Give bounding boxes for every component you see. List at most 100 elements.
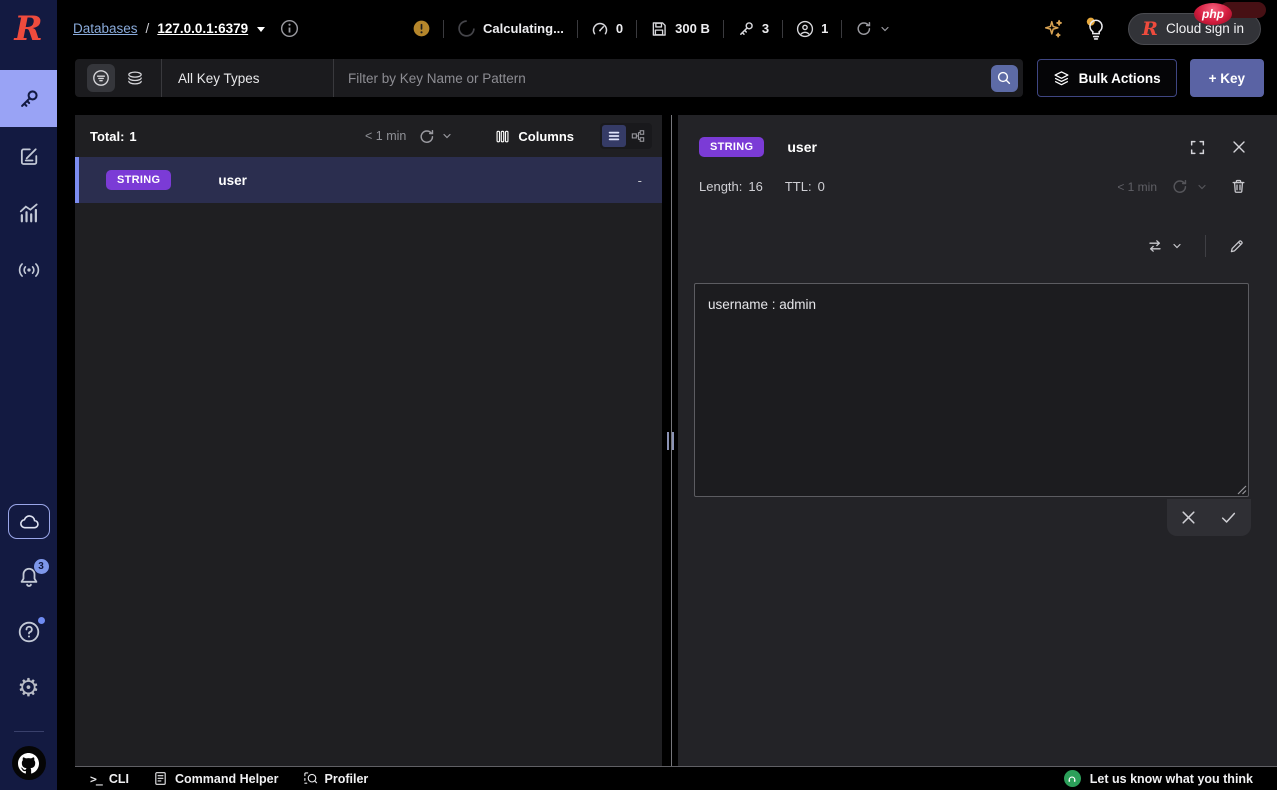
details-type-badge: STRING xyxy=(699,137,764,157)
bulk-actions-button[interactable]: Bulk Actions xyxy=(1037,59,1177,97)
key-list-header: Total:1 < 1 min Columns xyxy=(75,115,662,157)
panel-resize-handle[interactable] xyxy=(662,115,678,766)
key-ttl-meta: TTL:0 xyxy=(785,179,825,194)
sidebar-item-notifications[interactable]: 3 xyxy=(0,551,57,603)
delete-key-icon[interactable] xyxy=(1230,178,1247,195)
breadcrumb: Databases / 127.0.0.1:6379 xyxy=(73,19,299,38)
details-refresh-time: < 1 min xyxy=(1117,180,1157,194)
github-link[interactable] xyxy=(12,746,46,780)
php-badge: php xyxy=(1194,3,1232,25)
columns-icon[interactable] xyxy=(495,129,510,144)
formatter-chevron-icon xyxy=(1171,239,1183,253)
formatter-swap-arrows-icon xyxy=(1146,238,1164,254)
drag-grip-icon xyxy=(667,432,674,450)
sidebar-item-analytics[interactable] xyxy=(0,184,57,241)
profiler-icon xyxy=(303,771,318,786)
last-refresh-time: < 1 min xyxy=(365,129,406,143)
copilot-sparkles-icon[interactable] xyxy=(1042,18,1064,40)
breadcrumb-instance[interactable]: 127.0.0.1:6379 xyxy=(157,21,248,36)
search-icon xyxy=(996,70,1012,86)
document-icon xyxy=(153,771,168,786)
redis-cloud-logo-icon: R xyxy=(1142,18,1158,40)
breadcrumb-databases-link[interactable]: Databases xyxy=(73,21,138,36)
apply-edit-icon[interactable] xyxy=(1219,509,1238,526)
columns-label[interactable]: Columns xyxy=(518,129,574,144)
cancel-edit-icon[interactable] xyxy=(1180,509,1197,526)
key-list-panel: Total:1 < 1 min Columns xyxy=(75,115,662,766)
analytics-icon xyxy=(18,202,40,224)
tree-view-button[interactable] xyxy=(626,125,650,147)
help-icon xyxy=(17,620,41,644)
filter-bar: All Key Types Bulk Actions + Key xyxy=(75,59,1264,97)
key-ttl: - xyxy=(638,173,642,188)
help-notification-dot xyxy=(38,617,45,624)
bottom-tool-bar: >_ CLI Command Helper Profiler Let us kn xyxy=(75,766,1277,790)
edit-value-pencil-icon[interactable] xyxy=(1228,238,1245,255)
sidebar-item-pubsub[interactable] xyxy=(0,241,57,298)
feedback-link[interactable]: Let us know what you think xyxy=(1064,770,1253,787)
left-nav-sidebar: R xyxy=(0,0,57,790)
key-filter-input[interactable] xyxy=(334,71,991,86)
sidebar-item-settings[interactable]: ⚙ xyxy=(0,660,57,717)
value-edit-actions xyxy=(1167,499,1251,536)
details-key-name: user xyxy=(787,139,817,155)
terminal-icon: >_ xyxy=(90,772,102,786)
insights-lightbulb-icon[interactable] xyxy=(1084,16,1108,42)
stats-refresh-control[interactable] xyxy=(855,20,891,37)
gauge-icon xyxy=(591,20,609,38)
details-refresh-chevron-icon[interactable] xyxy=(1196,181,1208,193)
key-details-panel: STRING user Length:16 TTL:0 < 1 min xyxy=(678,115,1277,766)
key-icon xyxy=(18,88,40,110)
memory-icon xyxy=(650,20,668,38)
key-length: Length:16 xyxy=(699,179,763,194)
list-view-button[interactable] xyxy=(602,125,626,147)
key-type-badge: STRING xyxy=(106,170,171,190)
value-formatter-dropdown[interactable] xyxy=(1146,238,1183,254)
key-filter-box: All Key Types xyxy=(75,59,1023,97)
cloud-sign-in-button[interactable]: php R Cloud sign in xyxy=(1128,13,1261,45)
spinner-icon xyxy=(457,19,476,38)
notification-badge: 3 xyxy=(34,559,49,574)
stat-total-keys: 3 xyxy=(737,20,769,38)
close-details-icon[interactable] xyxy=(1231,139,1247,155)
settings-gear-icon: ⚙ xyxy=(17,676,39,701)
filter-type-icon-button[interactable] xyxy=(87,64,115,92)
github-icon xyxy=(18,753,39,774)
sidebar-item-workbench[interactable] xyxy=(0,127,57,184)
cli-tab[interactable]: >_ CLI xyxy=(90,772,129,786)
refresh-keys-icon[interactable] xyxy=(418,128,435,145)
db-overview-stats: Calculating... 0 300 B xyxy=(413,19,891,38)
chevron-down-icon xyxy=(879,23,891,35)
feedback-icon xyxy=(1064,770,1081,787)
stat-memory: 300 B xyxy=(650,20,710,38)
value-editor-wrap: username : admin xyxy=(694,283,1249,497)
details-refresh-icon[interactable] xyxy=(1171,178,1188,195)
resize-grip-icon[interactable] xyxy=(1237,485,1247,495)
workbench-icon xyxy=(18,145,40,167)
stat-calculating: Calculating... xyxy=(457,19,564,38)
stat-connected-clients: 1 xyxy=(796,20,828,38)
fullscreen-icon[interactable] xyxy=(1189,139,1206,156)
refresh-options-chevron-icon[interactable] xyxy=(441,130,453,142)
instance-caret-down-icon[interactable] xyxy=(256,25,266,33)
layers-icon xyxy=(1053,70,1070,87)
cloud-databases-button[interactable] xyxy=(8,504,50,539)
key-type-dropdown[interactable]: All Key Types xyxy=(162,59,334,97)
sidebar-item-help[interactable] xyxy=(0,603,57,660)
filter-database-icon-button[interactable] xyxy=(121,64,149,92)
search-icon-button[interactable] xyxy=(991,65,1018,92)
key-name: user xyxy=(218,173,247,188)
clients-icon xyxy=(796,20,814,38)
top-bar: Databases / 127.0.0.1:6379 Calculating..… xyxy=(57,0,1277,57)
add-key-button[interactable]: + Key xyxy=(1190,59,1264,97)
sidebar-item-browser[interactable] xyxy=(0,70,57,127)
breadcrumb-separator: / xyxy=(146,21,150,36)
value-editor[interactable]: username : admin xyxy=(694,283,1249,497)
command-helper-tab[interactable]: Command Helper xyxy=(153,771,279,786)
key-list-row-user[interactable]: STRING user - xyxy=(75,157,662,203)
instance-info-icon[interactable] xyxy=(280,19,299,38)
stat-commands-sec: 0 xyxy=(591,20,623,38)
profiler-tab[interactable]: Profiler xyxy=(303,771,369,786)
warning-icon[interactable] xyxy=(413,20,430,37)
sidebar-divider xyxy=(14,731,44,732)
